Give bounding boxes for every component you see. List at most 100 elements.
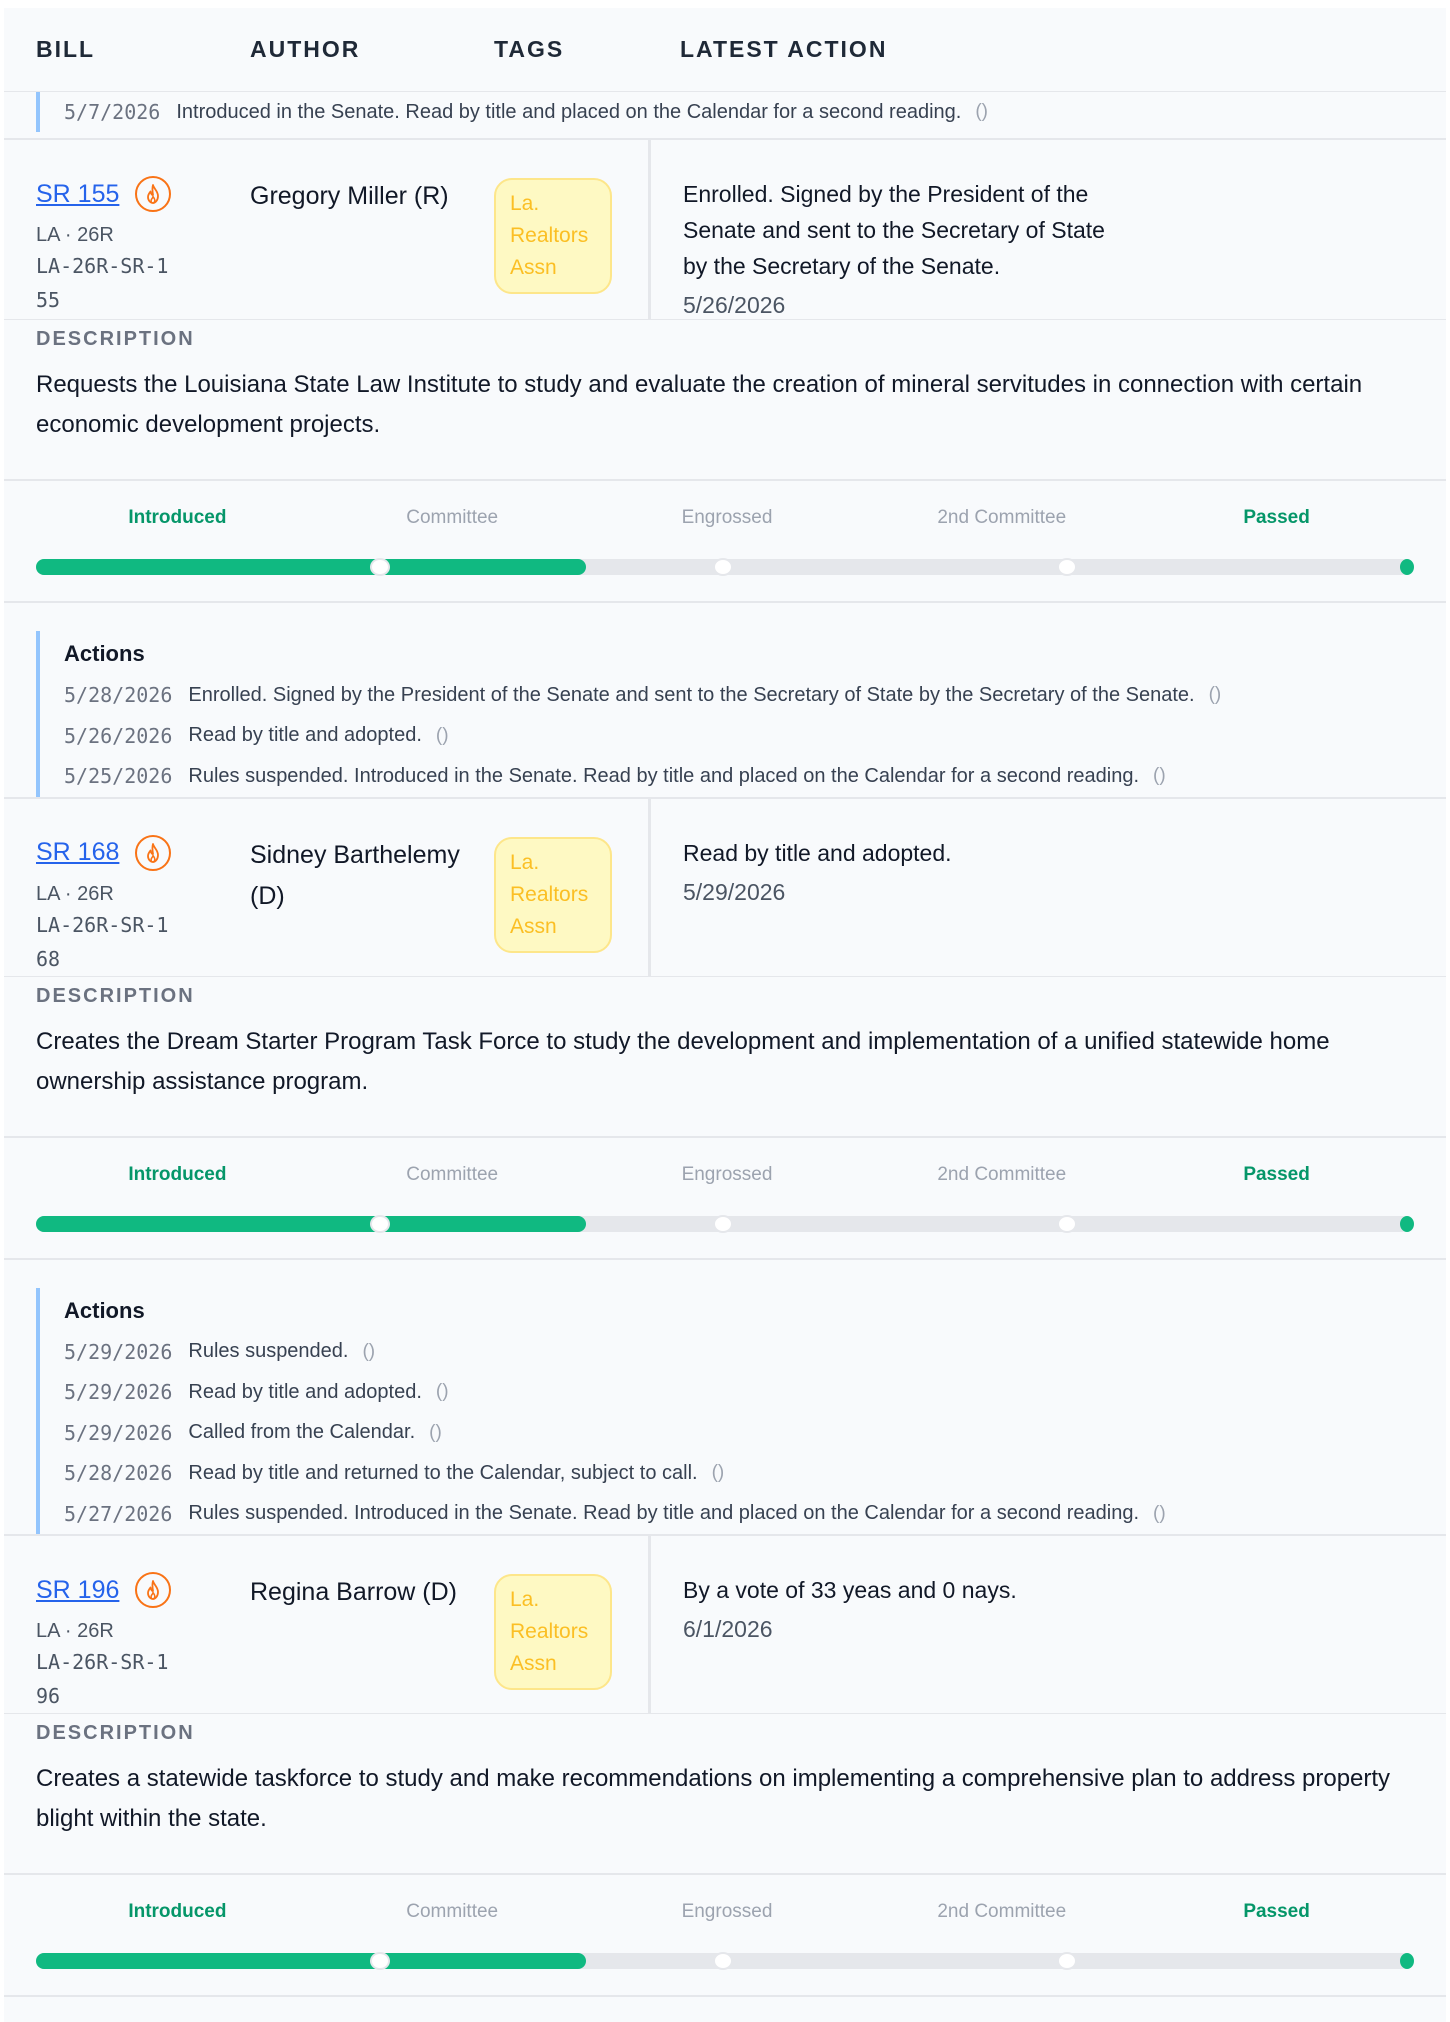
description-section: DESCRIPTION Creates the Dream Starter Pr… <box>4 977 1446 1138</box>
action-date: 5/29/2026 <box>64 1339 173 1364</box>
fire-icon[interactable] <box>135 1572 172 1608</box>
action-date: 5/28/2026 <box>64 683 173 708</box>
stage-marker <box>713 558 733 576</box>
action-text: Rules suspended. <box>188 1340 349 1363</box>
bill-session: LA · 26R <box>36 224 114 246</box>
tag-badge[interactable]: La. Realtors Assn <box>494 836 612 953</box>
action-text: Rules suspended. Introduced in the Senat… <box>188 764 1140 787</box>
actions-timeline: 5/7/2026 Introduced in the Senate. Read … <box>36 92 1446 132</box>
stage-label: Passed <box>1243 1901 1310 1922</box>
latest-action-cell: Enrolled. Signed by the President of the… <box>648 140 1446 319</box>
progress-tracker: Introduced Committee Engrossed 2nd Committe… <box>4 481 1446 603</box>
latest-action-date: 5/26/2026 <box>683 292 786 318</box>
progress-fill <box>36 559 586 575</box>
bill-number-link[interactable]: SR 155 <box>36 176 172 212</box>
latest-action-text: By a vote of 33 yeas and 0 nays. <box>683 1577 1017 1603</box>
description-section: DESCRIPTION Requests the Louisiana State… <box>4 320 1446 481</box>
bill-row[interactable]: SR 155 LA · 26R LA-26R-SR-155 Gregory Mi… <box>4 140 1446 320</box>
column-header-author[interactable]: AUTHOR <box>218 36 462 63</box>
stage-label: 2nd Committee <box>937 1901 1067 1922</box>
actions-list: 5/29/2026 Rules suspended. () 5/29/2026 Read… <box>64 1332 1446 1535</box>
action-text: Enrolled. Signed by the President of the… <box>188 683 1195 706</box>
bill-session: LA · 26R <box>36 1620 114 1642</box>
action-source-link[interactable]: () <box>712 1462 725 1484</box>
description-label: DESCRIPTION <box>36 328 195 350</box>
action-entry: 5/29/2026 Read by title and adopted. () <box>64 1372 1446 1413</box>
action-source-link[interactable]: () <box>429 1422 442 1444</box>
action-source-link[interactable]: () <box>975 101 988 123</box>
action-text: Read by title and adopted. <box>188 1380 422 1403</box>
progress-fill <box>36 1953 586 1969</box>
bill-number[interactable]: SR 168 <box>36 838 119 867</box>
action-date: 5/7/2026 <box>64 100 161 124</box>
progress-track <box>36 1952 1414 1970</box>
bill-row[interactable]: SR 168 LA · 26R LA-26R-SR-168 Sidney Bar… <box>4 798 1446 977</box>
description-section: DESCRIPTION Creates a statewide taskforc… <box>4 1714 1446 1875</box>
bill-number[interactable]: SR 155 <box>36 180 119 209</box>
stage-labels: Introduced Committee Engrossed 2nd Committe… <box>40 1164 1414 1186</box>
action-entry: 5/25/2026 Rules suspended. Introduced in … <box>64 756 1446 797</box>
stage-marker <box>369 1214 390 1233</box>
stage-marker <box>1056 1214 1077 1233</box>
actions-section: Actions 5/28/2026 Enrolled. Signed by the… <box>4 603 1446 799</box>
stage-marker-final <box>1400 559 1414 575</box>
stage-label: Introduced <box>128 1163 227 1185</box>
action-date: 5/27/2026 <box>64 1501 173 1526</box>
column-header-latest-action[interactable]: LATEST ACTION <box>648 36 887 63</box>
stage-label: Engrossed <box>681 507 773 528</box>
stage-label: Committee <box>406 1901 499 1922</box>
bill-cell: SR 168 LA · 26R LA-26R-SR-168 <box>4 799 218 976</box>
action-text: Read by title and adopted. <box>188 724 422 747</box>
progress-tracker: Introduced Committee Engrossed 2nd Committe… <box>4 1138 1446 1260</box>
column-header-tags[interactable]: TAGS <box>462 36 648 63</box>
stage-marker <box>713 1952 733 1970</box>
action-source-link[interactable]: () <box>362 1341 375 1363</box>
column-header-bill[interactable]: BILL <box>4 36 218 63</box>
actions-timeline: Actions 5/29/2026 Rules suspended.() 5/29/… <box>36 1287 1446 1535</box>
action-source-link[interactable]: () <box>436 725 449 747</box>
stage-label: Committee <box>406 507 499 528</box>
stage-label: Introduced <box>128 507 227 528</box>
progress-track <box>36 558 1414 576</box>
bill-number-link[interactable]: SR 168 <box>36 834 172 871</box>
actions-section: Actions 5/29/2026 Rules suspended.() 5/29/… <box>4 1260 1446 1536</box>
progress-fill <box>36 1215 586 1232</box>
bill-row[interactable]: SR 196 LA · 26R LA-26R-SR-196 Regina Bar… <box>4 1536 1446 1714</box>
action-date: 5/29/2026 <box>64 1420 173 1445</box>
description-text: Creates the Dream Starter Program Task F… <box>36 1027 1330 1095</box>
stage-label: 2nd Committee <box>937 1163 1067 1185</box>
stage-marker <box>1056 1952 1077 1970</box>
stage-marker-final <box>1400 1953 1414 1969</box>
latest-action-cell: Read by title and adopted. 5/29/2026 <box>648 798 1446 976</box>
actions-list: 5/28/2026 Enrolled. Signed by the Preside… <box>64 675 1446 797</box>
fire-icon[interactable] <box>135 834 172 871</box>
bill-session: LA · 26R <box>36 882 114 905</box>
progress-track <box>36 1214 1414 1233</box>
action-source-link[interactable]: () <box>436 1381 449 1403</box>
tag-badge[interactable]: La. Realtors Assn <box>494 1574 612 1690</box>
progress-tracker: Introduced Committee Engrossed 2nd Committe… <box>4 1875 1446 1997</box>
action-entry: 5/7/2026 Introduced in the Senate. Read … <box>64 92 1446 132</box>
actions-heading: Actions <box>64 641 145 666</box>
tag-badge[interactable]: La. Realtors Assn <box>494 178 612 294</box>
description-text: Requests the Louisiana State Law Institu… <box>36 371 1363 438</box>
action-entry: 5/29/2026 Rules suspended. () <box>64 1332 1446 1373</box>
action-text: Called from the Calendar. <box>188 1421 416 1444</box>
description-label: DESCRIPTION <box>36 1722 195 1744</box>
bill-number-link[interactable]: SR 196 <box>36 1572 172 1608</box>
action-date: 5/26/2026 <box>64 723 173 748</box>
action-date: 5/25/2026 <box>64 764 173 789</box>
action-source-link[interactable]: () <box>1209 684 1222 706</box>
bill-number[interactable]: SR 196 <box>36 1576 119 1605</box>
action-source-link[interactable]: () <box>1153 1503 1166 1525</box>
bill-identifier: LA-26R-SR-196 <box>36 1650 169 1708</box>
action-text: Rules suspended. Introduced in the Senat… <box>188 1502 1140 1525</box>
bills-table: BILL AUTHOR TAGS LATEST ACTION 5/7/2026 … <box>4 8 1446 2022</box>
stage-label: Engrossed <box>681 1163 773 1185</box>
description-text: Creates a statewide taskforce to study a… <box>36 1765 1391 1832</box>
fire-icon-glyph <box>147 842 160 863</box>
stage-marker <box>369 558 390 576</box>
action-source-link[interactable]: () <box>1153 765 1166 787</box>
stage-label: Passed <box>1243 507 1310 528</box>
fire-icon[interactable] <box>135 176 172 212</box>
